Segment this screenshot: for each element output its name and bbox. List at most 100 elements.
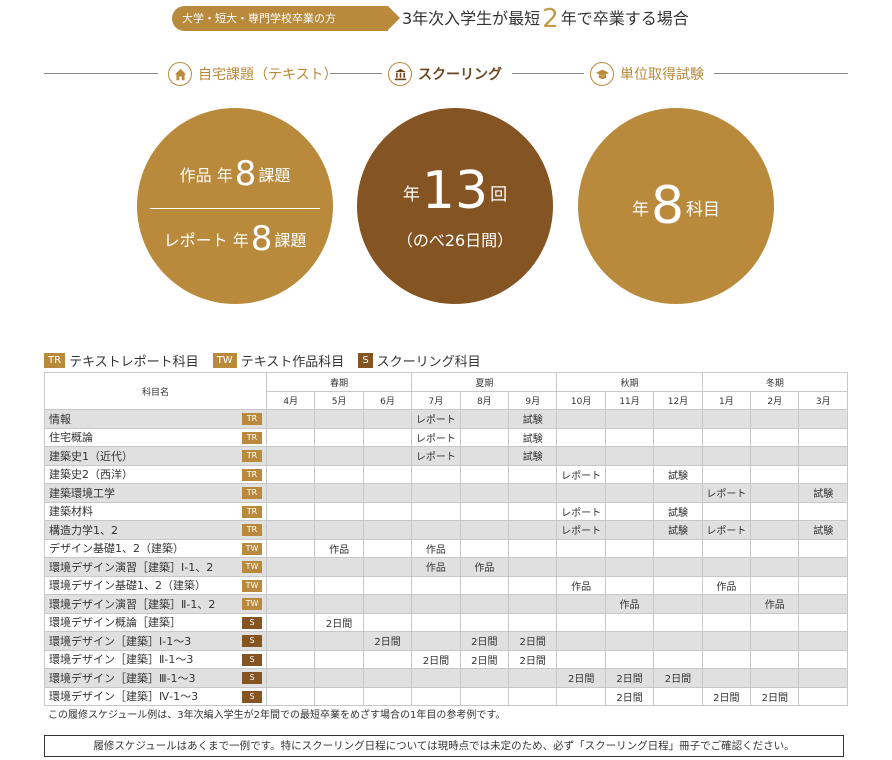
season-winter: 冬期 — [701, 372, 849, 392]
schedule-cell — [604, 520, 655, 540]
subject-name: 環境デザイン演習［建築］Ⅰ-1、2 — [49, 560, 214, 574]
schedule-cell — [798, 612, 848, 632]
schedule-cell — [314, 446, 364, 466]
schedule-cell — [508, 520, 558, 540]
month-header: 11月 — [604, 391, 655, 410]
schedule-cell: 試験 — [798, 520, 848, 540]
subject-cell: 構造力学1、2 TR — [44, 520, 267, 540]
reports-count: レポート 年8 課題 — [164, 219, 307, 259]
schedule-cell — [508, 557, 558, 577]
subject-name: 環境デザイン［建築］Ⅱ-1〜3 — [49, 653, 194, 667]
schedule-cell — [701, 631, 752, 651]
schedule-cell — [265, 464, 316, 484]
schedule-cell: 試験 — [798, 483, 848, 503]
subject-type-tag: TW — [242, 542, 262, 555]
category-label: スクーリング — [418, 67, 502, 83]
schedule-cell: 2日間 — [508, 631, 558, 651]
schedule-cell — [750, 668, 800, 688]
divider — [330, 73, 382, 74]
subject-name: 環境デザイン概論［建築］ — [49, 616, 181, 630]
month-header: 8月 — [459, 391, 510, 410]
subject-cell: 環境デザイン演習［建築］Ⅱ-1、2 TW — [44, 594, 267, 614]
exam-number: 8 — [650, 176, 685, 236]
headline-number: 2 — [542, 4, 559, 34]
season-autumn: 秋期 — [556, 372, 703, 392]
schooling-days: （のべ26日間） — [396, 231, 514, 250]
subject-cell: 住宅概論 TR — [44, 427, 267, 447]
schedule-cell: 作品 — [701, 575, 752, 595]
subject-type-tag: TR — [242, 524, 262, 536]
subject-type-tag: TR — [242, 468, 262, 481]
divider — [714, 73, 848, 74]
schedule-cell — [362, 668, 413, 688]
schedule-cell — [459, 594, 510, 614]
schedule-cell — [265, 649, 316, 669]
schedule-cell — [459, 668, 510, 688]
schedule-cell — [750, 631, 800, 651]
schedule-cell — [798, 409, 848, 429]
category-exam: 単位取得試験 — [590, 62, 704, 86]
schedule-cell — [265, 557, 316, 577]
schedule-cell — [798, 594, 848, 614]
divider — [512, 73, 584, 74]
schedule-cell — [556, 594, 606, 614]
schedule-cell — [459, 427, 510, 447]
schedule-cell — [362, 594, 413, 614]
schedule-cell — [556, 686, 606, 706]
schedule-cell — [798, 464, 848, 484]
schedule-cell: 2日間 — [604, 686, 655, 706]
exam-suffix: 科目 — [686, 200, 721, 220]
table-row: 構造力学1、2 TR レポート 試験 レポート 試験 — [44, 520, 848, 540]
schedule-cell — [459, 686, 510, 706]
schedule-cell: 作品 — [411, 538, 461, 558]
schedule-cell — [604, 483, 655, 503]
schedule-cell: 2日間 — [556, 668, 606, 688]
schedule-cell — [411, 483, 461, 503]
schedule-cell — [556, 427, 606, 447]
table-row: 建築史1（近代） TR レポート 試験 — [44, 446, 848, 466]
schedule-cell: 試験 — [653, 501, 703, 521]
schedule-cell: 2日間 — [411, 649, 461, 669]
schedule-cell — [265, 538, 316, 558]
page-header: 大学・短大・専門学校卒業の方 3年次入学生が最短2 年で卒業する場合 — [0, 4, 892, 34]
subject-type-tag: TR — [242, 487, 262, 499]
subject-type-tag: TW — [242, 579, 262, 592]
schedule-cell: 2日間 — [604, 668, 655, 688]
schedule-cell — [556, 538, 606, 558]
schedule-cell — [411, 575, 461, 595]
schedule-cell: 試験 — [508, 427, 558, 447]
schooling-suffix: 回 — [490, 185, 508, 205]
schedule-cell — [459, 538, 510, 558]
schedule-cell — [411, 501, 461, 521]
schedule-cell — [411, 612, 461, 632]
schedule-cell — [604, 538, 655, 558]
schedule-cell: 2日間 — [750, 686, 800, 706]
schedule-cell: 試験 — [653, 464, 703, 484]
home-icon — [168, 62, 192, 86]
legend-label: スクーリング科目 — [376, 355, 481, 370]
legend-label: テキスト作品科目 — [240, 355, 345, 370]
schedule-cell: 作品 — [556, 575, 606, 595]
subject-type-tag: TW — [242, 561, 262, 573]
schedule-table: 科目名 春期 夏期 秋期 冬期 4月 5月 6月 7月 8月 9月 10月 11月 12月 1月 2… — [44, 372, 849, 706]
subject-type-tag: TW — [242, 598, 262, 610]
subject-name: 構造力学1、2 — [49, 523, 118, 537]
schedule-cell — [362, 557, 413, 577]
table-row: 環境デザイン［建築］Ⅲ-1〜3 S 2日間 2日間 2日間 — [44, 668, 848, 688]
schedule-cell: 作品 — [411, 557, 461, 577]
schedule-cell — [653, 631, 703, 651]
schedule-cell — [653, 409, 703, 429]
schedule-cell — [750, 575, 800, 595]
works-suffix: 課題 — [258, 165, 291, 185]
schedule-cell: 試験 — [653, 520, 703, 540]
schedule-cell — [701, 446, 752, 466]
schedule-cell: 2日間 — [653, 668, 703, 688]
schedule-cell — [314, 464, 364, 484]
tw-tag: TW — [212, 353, 237, 368]
subject-header: 科目名 — [44, 372, 267, 410]
schedule-cell — [604, 612, 655, 632]
schedule-cell — [265, 612, 316, 632]
schedule-cell — [701, 612, 752, 632]
legend-tr: TR テキストレポート科目 — [44, 351, 199, 370]
schedule-cell — [604, 557, 655, 577]
